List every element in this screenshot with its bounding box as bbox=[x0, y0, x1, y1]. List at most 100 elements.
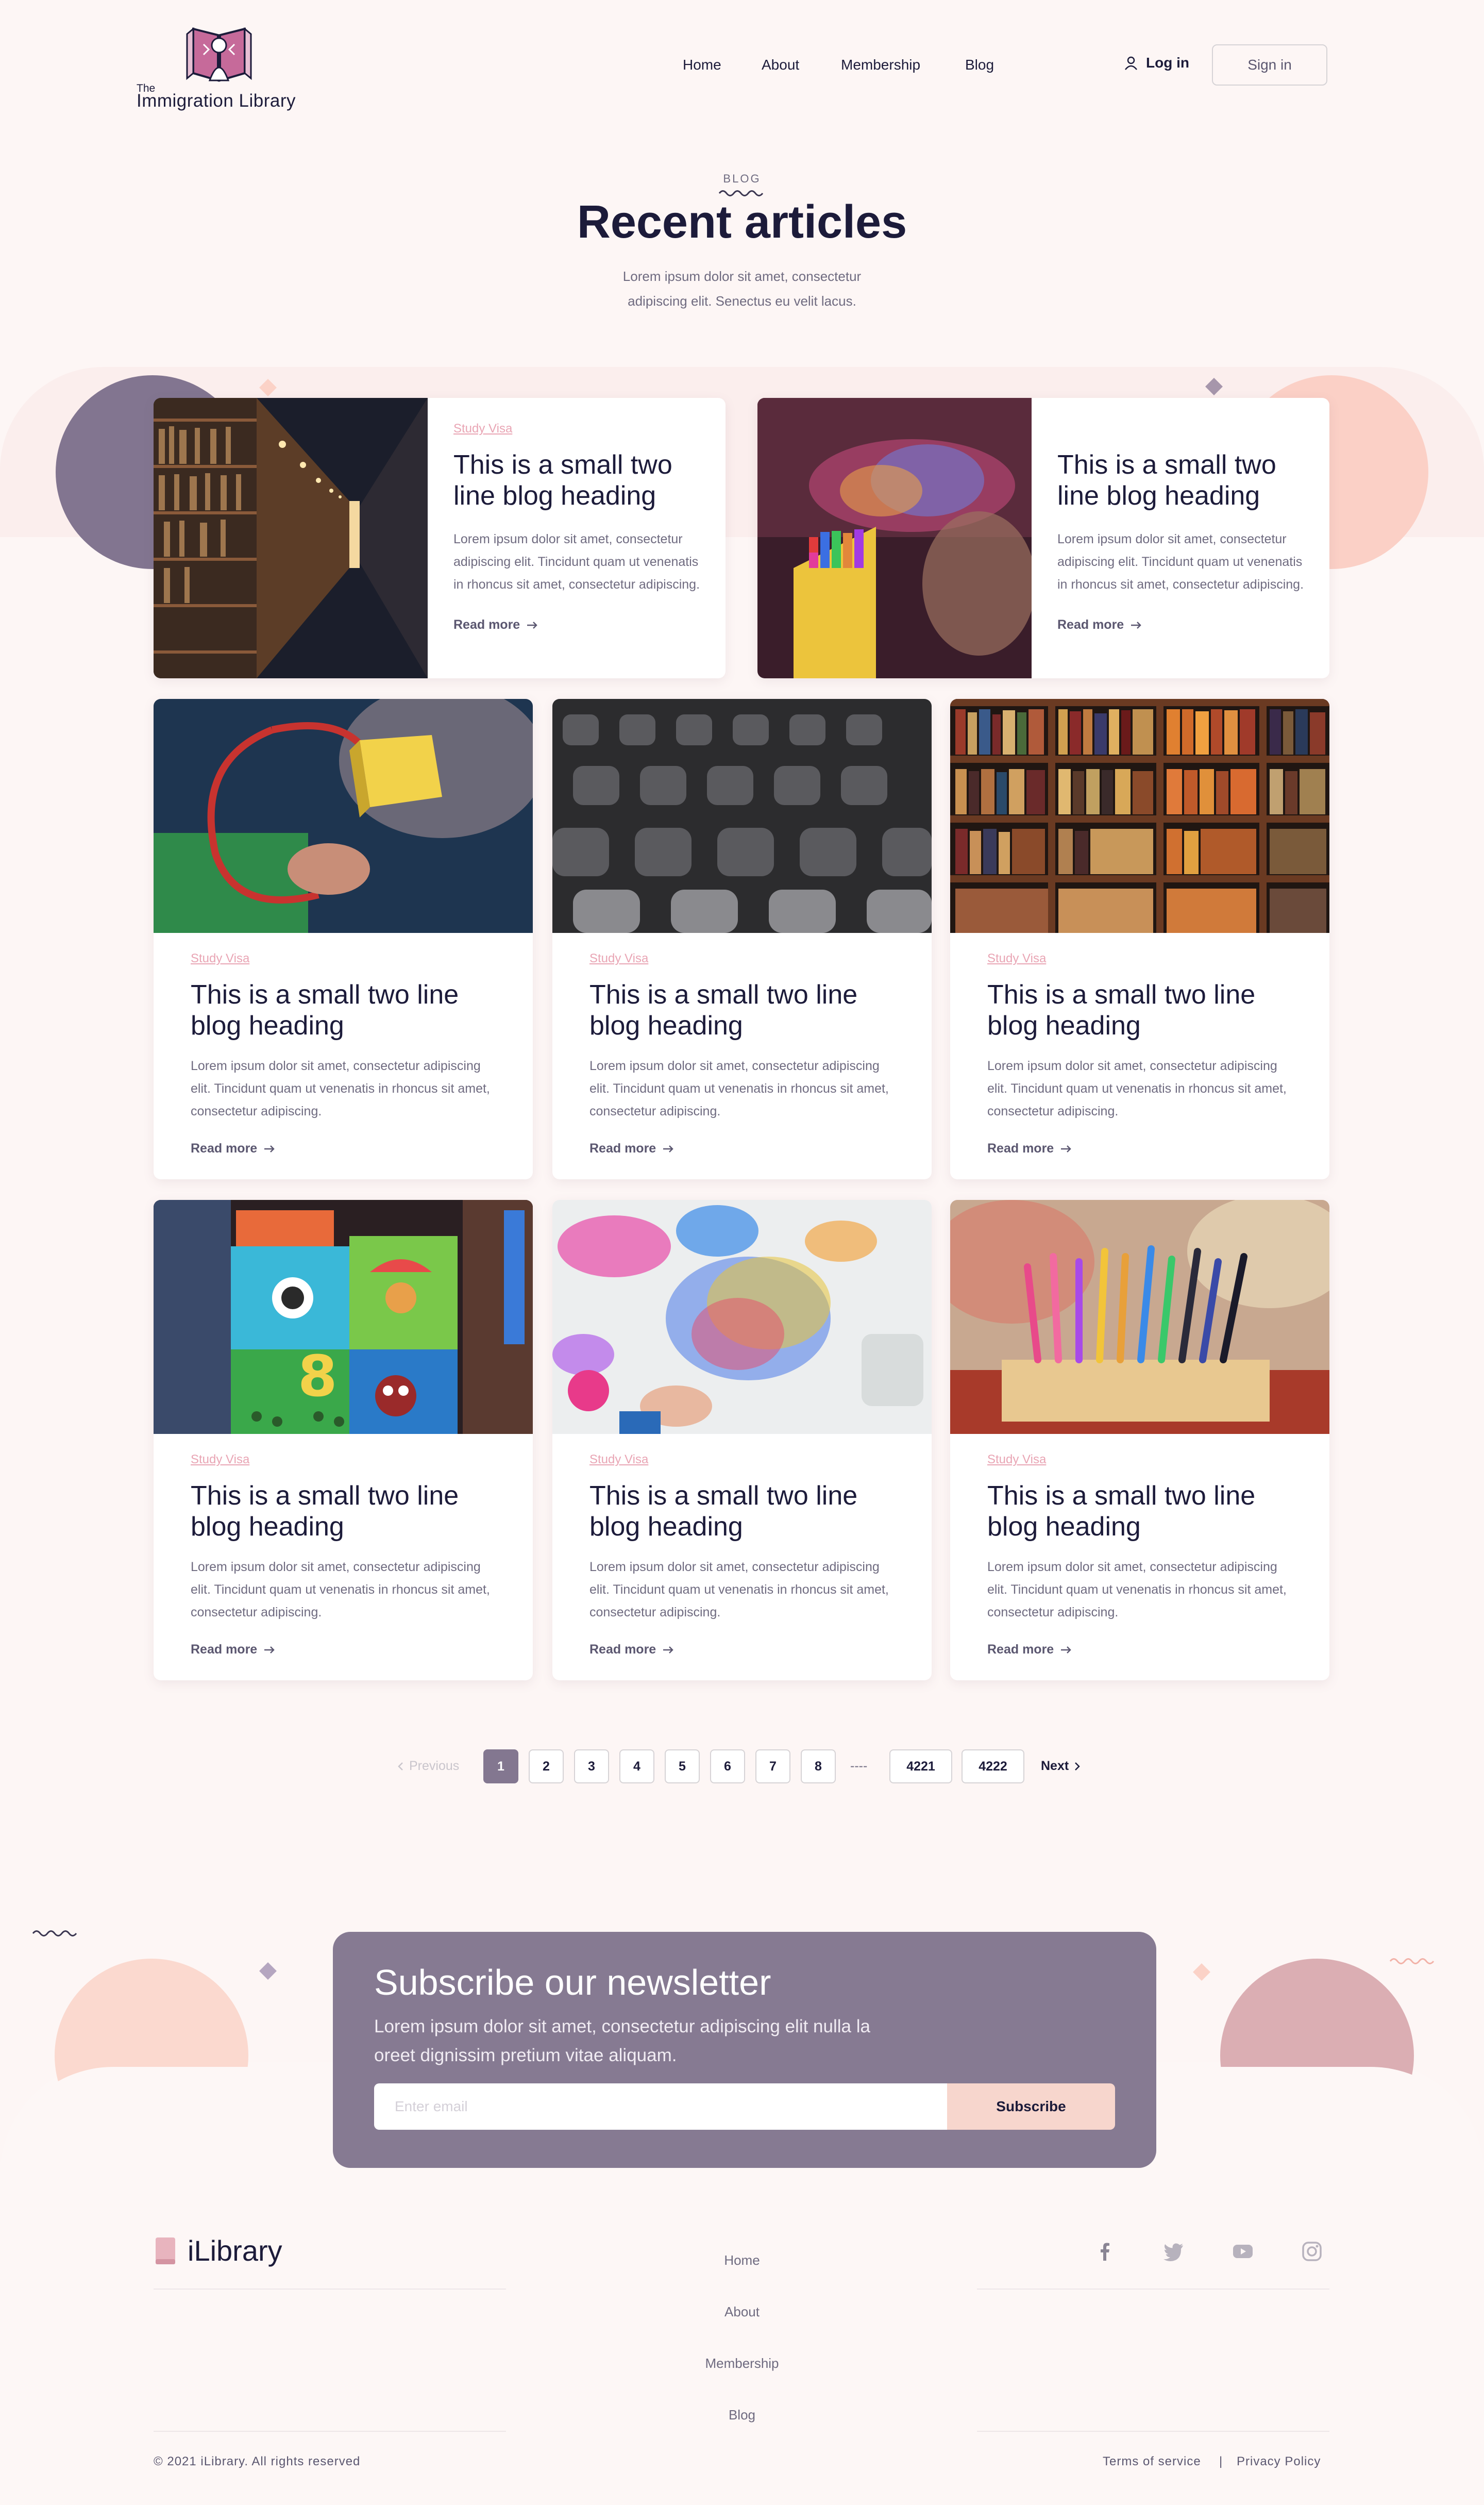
nav-home[interactable]: Home bbox=[683, 57, 721, 73]
divider bbox=[154, 2431, 506, 2432]
article-excerpt: Lorem ipsum dolor sit amet, consectetur … bbox=[1057, 532, 1304, 592]
arrow-right-icon bbox=[663, 1646, 673, 1654]
article-tag[interactable]: Study Visa bbox=[987, 1452, 1293, 1467]
footer-nav-blog[interactable]: Blog bbox=[0, 2407, 1484, 2423]
article-image bbox=[757, 398, 1032, 678]
article-tag[interactable]: Study Visa bbox=[191, 1452, 497, 1467]
instagram-icon[interactable] bbox=[1301, 2240, 1323, 2263]
logo-name: Immigration Library bbox=[137, 91, 296, 111]
article-image bbox=[950, 1200, 1329, 1434]
article-image bbox=[552, 1200, 932, 1434]
facebook-icon[interactable] bbox=[1093, 2240, 1116, 2263]
page-4222-button[interactable]: 4222 bbox=[962, 1749, 1024, 1783]
article-title[interactable]: This is a small two line blog heading bbox=[589, 1480, 896, 1542]
page-7-button[interactable]: 7 bbox=[755, 1749, 790, 1783]
squiggle-decoration bbox=[1389, 1958, 1435, 1964]
article-tag[interactable]: Study Visa bbox=[191, 951, 497, 966]
chevron-left-icon bbox=[398, 1762, 403, 1771]
nav-about[interactable]: About bbox=[762, 57, 799, 73]
article-title[interactable]: This is a small two line blog heading bbox=[191, 979, 497, 1041]
read-more-link[interactable]: Read more bbox=[987, 1141, 1293, 1156]
nav-blog[interactable]: Blog bbox=[965, 57, 994, 73]
svg-text:8: 8 bbox=[298, 1343, 338, 1409]
read-more-label: Read more bbox=[589, 1141, 656, 1156]
read-more-label: Read more bbox=[453, 617, 520, 632]
article-card[interactable]: Study Visa This is a small two line blog… bbox=[154, 699, 533, 1179]
pagination-next[interactable]: Next bbox=[1041, 1759, 1081, 1774]
footer-nav-home[interactable]: Home bbox=[0, 2252, 1484, 2268]
page-4221-button[interactable]: 4221 bbox=[889, 1749, 952, 1783]
article-excerpt: Lorem ipsum dolor sit amet, consectetur … bbox=[987, 1059, 1287, 1118]
read-more-link[interactable]: Read more bbox=[589, 1642, 896, 1657]
article-excerpt: Lorem ipsum dolor sit amet, consectetur … bbox=[589, 1059, 889, 1118]
article-tag[interactable]: Study Visa bbox=[453, 422, 705, 436]
article-excerpt: Lorem ipsum dolor sit amet, consectetur … bbox=[453, 532, 700, 592]
page-subtitle: Lorem ipsum dolor sit amet, consectetur … bbox=[622, 269, 862, 309]
article-card[interactable]: Study Visa This is a small two line blog… bbox=[552, 1200, 932, 1680]
article-excerpt: Lorem ipsum dolor sit amet, consectetur … bbox=[191, 1560, 490, 1619]
page-1-button[interactable]: 1 bbox=[483, 1749, 518, 1783]
read-more-link[interactable]: Read more bbox=[987, 1642, 1293, 1657]
read-more-link[interactable]: Read more bbox=[191, 1642, 497, 1657]
page-title: Recent articles bbox=[577, 196, 907, 248]
arrow-right-icon bbox=[663, 1145, 673, 1153]
divider bbox=[977, 2431, 1329, 2432]
article-title[interactable]: This is a small two line blog heading bbox=[453, 449, 705, 511]
copyright-text: © 2021 iLibrary. All rights reserved bbox=[154, 2454, 361, 2468]
page-8-button[interactable]: 8 bbox=[801, 1749, 836, 1783]
youtube-icon[interactable] bbox=[1232, 2240, 1254, 2263]
article-title[interactable]: This is a small two line blog heading bbox=[191, 1480, 497, 1542]
article-tag[interactable]: Study Visa bbox=[987, 951, 1293, 966]
read-more-label: Read more bbox=[191, 1642, 258, 1657]
featured-card[interactable]: Study Visa This is a small two line blog… bbox=[154, 398, 726, 678]
newsletter-text: Lorem ipsum dolor sit amet, consectetur … bbox=[374, 2016, 870, 2065]
pagination-previous[interactable]: Previous bbox=[397, 1759, 459, 1774]
previous-label: Previous bbox=[409, 1759, 460, 1773]
login-label: Log in bbox=[1146, 55, 1189, 71]
read-more-label: Read more bbox=[191, 1141, 258, 1156]
article-tag[interactable] bbox=[1057, 422, 1309, 436]
chevron-right-icon bbox=[1075, 1762, 1080, 1771]
article-card[interactable]: Study Visa This is a small two line blog… bbox=[950, 1200, 1329, 1680]
read-more-link[interactable]: Read more bbox=[1057, 617, 1309, 632]
article-card[interactable]: Study Visa This is a small two line blog… bbox=[552, 699, 932, 1179]
book-logo-icon bbox=[186, 27, 252, 82]
read-more-link[interactable]: Read more bbox=[191, 1141, 497, 1156]
page-3-button[interactable]: 3 bbox=[574, 1749, 609, 1783]
page-4-button[interactable]: 4 bbox=[619, 1749, 654, 1783]
privacy-link[interactable]: Privacy Policy bbox=[1237, 2454, 1321, 2469]
article-image bbox=[950, 699, 1329, 933]
twitter-icon[interactable] bbox=[1162, 2240, 1185, 2263]
page-6-button[interactable]: 6 bbox=[710, 1749, 745, 1783]
divider bbox=[154, 2289, 506, 2290]
read-more-label: Read more bbox=[589, 1642, 656, 1657]
featured-card[interactable]: This is a small two line blog heading Lo… bbox=[757, 398, 1329, 678]
read-more-link[interactable]: Read more bbox=[453, 617, 705, 632]
login-link[interactable]: Log in bbox=[1123, 55, 1189, 71]
article-card[interactable]: Study Visa This is a small two line blog… bbox=[950, 699, 1329, 1179]
read-more-label: Read more bbox=[1057, 617, 1124, 632]
nav-membership[interactable]: Membership bbox=[841, 57, 920, 73]
email-input[interactable] bbox=[374, 2083, 947, 2130]
page-5-button[interactable]: 5 bbox=[665, 1749, 700, 1783]
arrow-right-icon bbox=[1131, 621, 1141, 629]
article-excerpt: Lorem ipsum dolor sit amet, consectetur … bbox=[589, 1560, 889, 1619]
article-title[interactable]: This is a small two line blog heading bbox=[1057, 449, 1309, 511]
article-title[interactable]: This is a small two line blog heading bbox=[987, 1480, 1293, 1542]
terms-link[interactable]: Terms of service bbox=[1103, 2454, 1201, 2469]
footer-nav-membership[interactable]: Membership bbox=[0, 2356, 1484, 2372]
signin-button[interactable]: Sign in bbox=[1212, 44, 1327, 86]
article-title[interactable]: This is a small two line blog heading bbox=[589, 979, 896, 1041]
article-tag[interactable]: Study Visa bbox=[589, 951, 896, 966]
article-title[interactable]: This is a small two line blog heading bbox=[987, 979, 1293, 1041]
subscribe-button[interactable]: Subscribe bbox=[947, 2083, 1115, 2130]
read-more-link[interactable]: Read more bbox=[589, 1141, 896, 1156]
article-card[interactable]: 8 Study Visa This is a small two line bl… bbox=[154, 1200, 533, 1680]
footer-nav-about[interactable]: About bbox=[0, 2304, 1484, 2320]
page-2-button[interactable]: 2 bbox=[529, 1749, 564, 1783]
pagination-ellipsis: ---- bbox=[850, 1759, 868, 1773]
article-excerpt: Lorem ipsum dolor sit amet, consectetur … bbox=[191, 1059, 490, 1118]
site-logo[interactable]: The Immigration Library bbox=[136, 19, 311, 111]
article-image bbox=[552, 699, 932, 933]
article-tag[interactable]: Study Visa bbox=[589, 1452, 896, 1467]
